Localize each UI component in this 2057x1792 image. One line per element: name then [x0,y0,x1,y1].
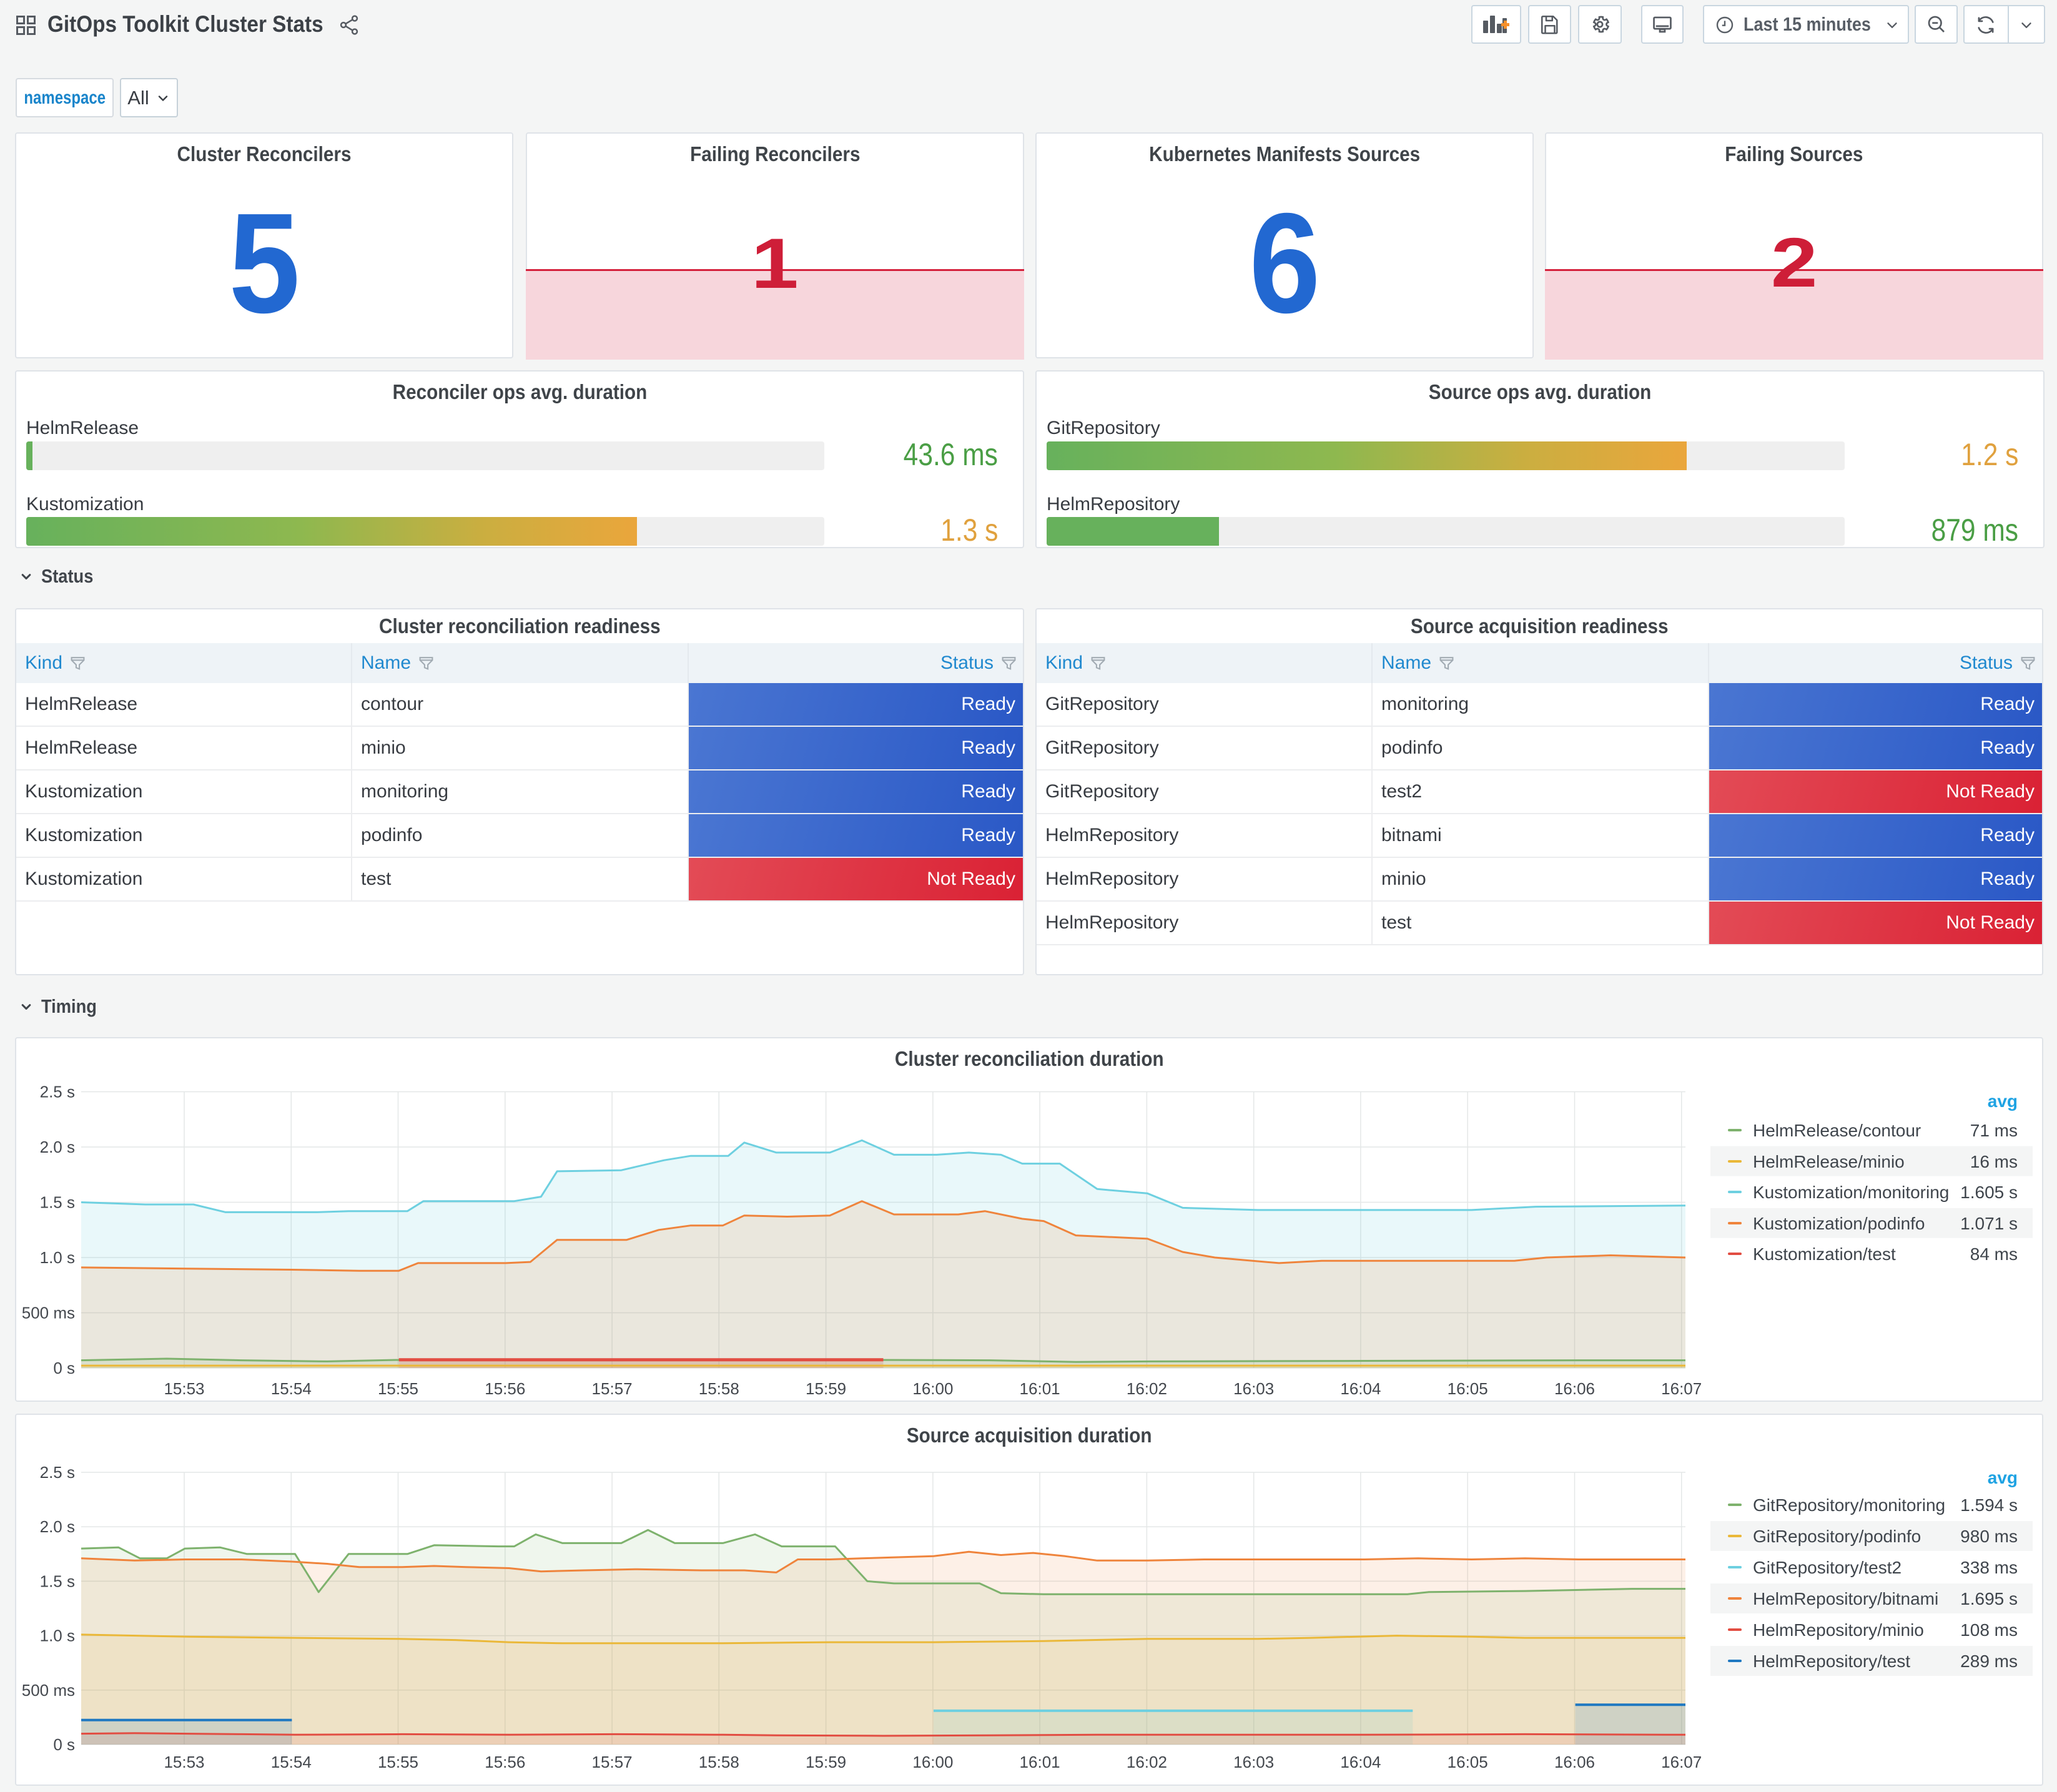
svg-text:HelmRepository/minio: HelmRepository/minio [1753,1620,1924,1640]
svg-text:1.695 s: 1.695 s [1960,1589,2018,1608]
svg-text:16:00: 16:00 [912,1379,953,1398]
svg-text:16:01: 16:01 [1020,1379,1060,1398]
svg-text:HelmRepository/bitnami: HelmRepository/bitnami [1753,1589,1938,1608]
svg-text:15:55: 15:55 [378,1753,418,1771]
svg-text:2.0 s: 2.0 s [40,1138,75,1156]
svg-text:15:59: 15:59 [806,1379,846,1398]
svg-text:2.0 s: 2.0 s [40,1517,75,1536]
svg-text:15:57: 15:57 [592,1379,633,1398]
svg-text:Kustomization/monitoring: Kustomization/monitoring [1753,1183,1949,1202]
svg-text:0 s: 0 s [53,1359,75,1377]
svg-text:15:53: 15:53 [164,1379,204,1398]
svg-text:16 ms: 16 ms [1970,1152,2018,1171]
svg-text:15:58: 15:58 [699,1379,739,1398]
svg-text:15:53: 15:53 [164,1753,204,1771]
svg-text:HelmRepository/test: HelmRepository/test [1753,1652,1910,1671]
svg-text:16:03: 16:03 [1233,1379,1274,1398]
svg-text:15:54: 15:54 [271,1753,312,1771]
svg-text:71 ms: 71 ms [1970,1121,2018,1140]
svg-text:108 ms: 108 ms [1960,1620,2018,1640]
svg-text:15:59: 15:59 [806,1753,846,1771]
svg-text:1.0 s: 1.0 s [40,1627,75,1645]
svg-text:16:05: 16:05 [1448,1379,1488,1398]
svg-text:338 ms: 338 ms [1960,1558,2018,1577]
svg-text:16:06: 16:06 [1554,1753,1595,1771]
svg-text:GitRepository/podinfo: GitRepository/podinfo [1753,1527,1921,1546]
svg-text:GitRepository/test2: GitRepository/test2 [1753,1558,1902,1577]
svg-text:Kustomization/test: Kustomization/test [1753,1244,1896,1264]
svg-text:15:56: 15:56 [485,1753,525,1771]
svg-text:1.5 s: 1.5 s [40,1572,75,1590]
svg-text:16:05: 16:05 [1448,1753,1488,1771]
svg-text:16:04: 16:04 [1340,1753,1381,1771]
svg-text:2.5 s: 2.5 s [40,1083,75,1101]
svg-text:1.0 s: 1.0 s [40,1248,75,1267]
svg-text:avg: avg [1988,1468,2018,1487]
svg-text:16:04: 16:04 [1340,1379,1381,1398]
svg-text:1.605 s: 1.605 s [1960,1183,2018,1202]
svg-text:15:55: 15:55 [378,1379,418,1398]
svg-text:HelmRelease/contour: HelmRelease/contour [1753,1121,1921,1140]
svg-text:289 ms: 289 ms [1960,1652,2018,1671]
svg-text:15:58: 15:58 [699,1753,739,1771]
svg-text:15:54: 15:54 [271,1379,312,1398]
svg-text:Kustomization/podinfo: Kustomization/podinfo [1753,1214,1925,1233]
svg-text:1.071 s: 1.071 s [1960,1214,2018,1233]
svg-text:16:02: 16:02 [1127,1379,1167,1398]
svg-text:16:01: 16:01 [1020,1753,1060,1771]
svg-text:HelmRelease/minio: HelmRelease/minio [1753,1152,1905,1171]
svg-text:16:07: 16:07 [1661,1379,1702,1398]
svg-text:2.5 s: 2.5 s [40,1463,75,1482]
svg-text:15:56: 15:56 [485,1379,525,1398]
svg-text:500 ms: 500 ms [22,1681,75,1700]
svg-text:980 ms: 980 ms [1960,1527,2018,1546]
svg-text:0 s: 0 s [53,1735,75,1754]
svg-text:1.5 s: 1.5 s [40,1193,75,1212]
svg-text:16:02: 16:02 [1127,1753,1167,1771]
svg-text:avg: avg [1988,1091,2018,1111]
svg-text:16:00: 16:00 [912,1753,953,1771]
svg-text:GitRepository/monitoring: GitRepository/monitoring [1753,1495,1945,1515]
svg-text:1.594 s: 1.594 s [1960,1495,2018,1515]
svg-text:500 ms: 500 ms [22,1304,75,1322]
svg-text:15:57: 15:57 [592,1753,633,1771]
svg-text:16:06: 16:06 [1554,1379,1595,1398]
svg-text:16:03: 16:03 [1233,1753,1274,1771]
svg-text:16:07: 16:07 [1661,1753,1702,1771]
svg-text:84 ms: 84 ms [1970,1244,2018,1264]
